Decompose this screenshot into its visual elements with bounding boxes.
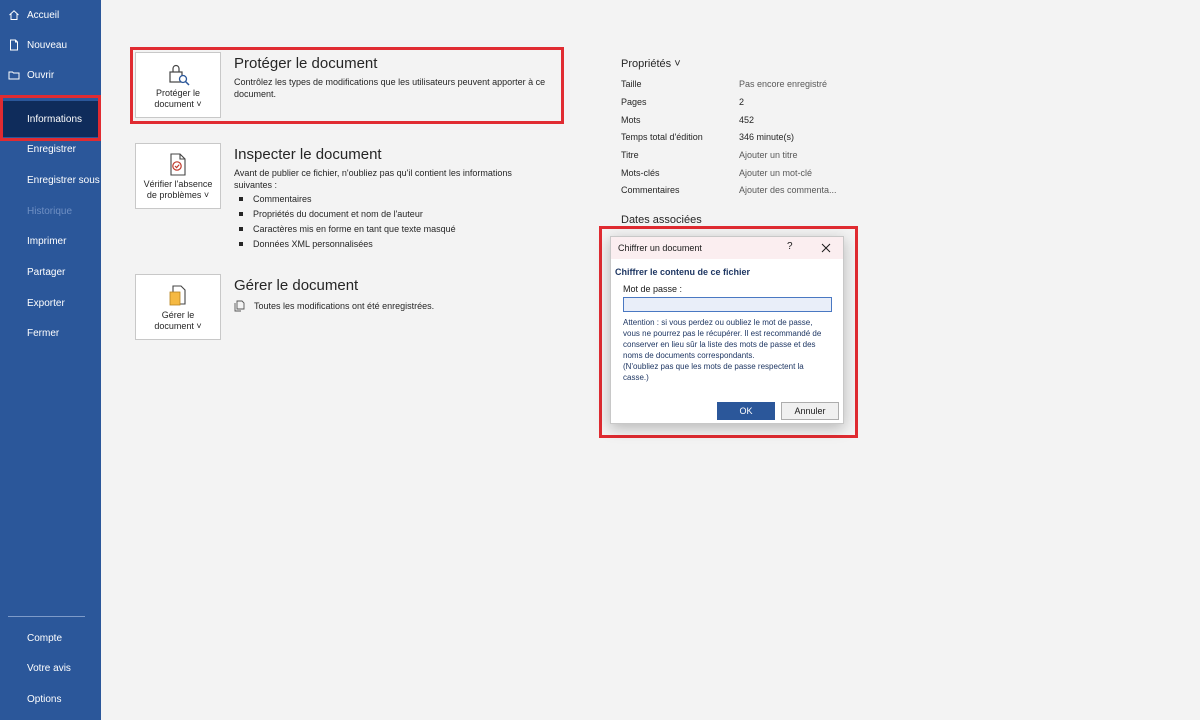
home-icon: [8, 9, 20, 21]
list-item: Données XML personnalisées: [234, 237, 456, 252]
highlight-informations: [0, 95, 101, 141]
properties-dropdown[interactable]: Propriétés ˅: [621, 58, 681, 70]
list-item: Propriétés du document et nom de l'auteu…: [234, 207, 456, 222]
password-field[interactable]: [623, 297, 832, 312]
list-item: Caractères mis en forme en tant que text…: [234, 222, 456, 237]
manage-document-icon: [166, 283, 190, 312]
title-property-field[interactable]: Ajouter un titre: [739, 150, 798, 160]
password-label: Mot de passe :: [623, 284, 683, 294]
folder-icon: [8, 69, 20, 81]
nav-compte[interactable]: Compte: [0, 626, 101, 650]
sidebar-divider: [8, 616, 85, 617]
case-sensitivity-note: (N'oubliez pas que les mots de passe res…: [623, 362, 804, 382]
help-button[interactable]: ?: [787, 241, 793, 252]
dialog-title: Chiffrer un document: [618, 243, 702, 253]
nav-exporter[interactable]: Exporter: [0, 291, 101, 315]
nav-label: Enregistrer sous: [27, 174, 100, 186]
nav-label: Votre avis: [27, 662, 71, 674]
nav-accueil[interactable]: Accueil: [0, 3, 101, 27]
nav-options[interactable]: Options: [0, 687, 101, 711]
keywords-property-field[interactable]: Ajouter un mot-clé: [739, 168, 812, 178]
cancel-button[interactable]: Annuler: [781, 402, 839, 420]
nav-label: Ouvrir: [27, 69, 55, 81]
manage-status: Toutes les modifications ont été enregis…: [254, 301, 435, 311]
property-label: Commentaires: [621, 185, 680, 195]
property-label: Temps total d'édition: [621, 132, 703, 142]
warning-text: Attention : si vous perdez ou oubliez le…: [623, 318, 822, 360]
nav-label: Partager: [27, 266, 66, 278]
comments-property-field[interactable]: Ajouter des commenta...: [739, 185, 837, 195]
tile-label-line2: de problèmes ˅: [146, 190, 210, 200]
property-label: Mots: [621, 115, 641, 125]
list-item: Commentaires: [234, 192, 456, 207]
property-label: Mots-clés: [621, 168, 660, 178]
nav-label: Exporter: [27, 297, 65, 309]
highlight-protect: [130, 47, 564, 124]
saved-document-icon: [234, 299, 245, 317]
nav-label: Fermer: [27, 327, 60, 339]
dialog-warning: Attention : si vous perdez ou oubliez le…: [623, 317, 828, 383]
property-label: Titre: [621, 150, 639, 160]
ok-button[interactable]: OK: [717, 402, 775, 420]
dialog-heading: Chiffrer le contenu de ce fichier: [615, 267, 751, 277]
nav-enregistrer-sous[interactable]: Enregistrer sous: [0, 168, 101, 192]
property-value: 2: [739, 97, 745, 107]
nav-fermer[interactable]: Fermer: [0, 321, 101, 345]
inspect-title: Inspecter le document: [234, 146, 382, 163]
nav-imprimer[interactable]: Imprimer: [0, 229, 101, 253]
nav-label: Historique: [27, 205, 73, 217]
nav-ouvrir[interactable]: Ouvrir: [0, 63, 101, 87]
nav-label: Enregistrer: [27, 143, 76, 155]
nav-partager[interactable]: Partager: [0, 260, 101, 284]
document-check-icon: [166, 152, 190, 181]
nav-nouveau[interactable]: Nouveau: [0, 33, 101, 57]
close-icon[interactable]: [820, 241, 832, 253]
tile-label-line2: document ˅: [154, 321, 202, 331]
related-dates-title: Dates associées: [621, 214, 702, 226]
nav-historique: Historique: [0, 199, 101, 223]
nav-label: Accueil: [27, 9, 60, 21]
property-label: Pages: [621, 97, 647, 107]
manage-document-button[interactable]: Gérer le document ˅: [135, 274, 221, 340]
property-label: Taille: [621, 79, 642, 89]
nav-label: Compte: [27, 632, 63, 644]
nav-label: Imprimer: [27, 235, 67, 247]
new-document-icon: [8, 39, 20, 51]
property-value: 346 minute(s): [739, 132, 795, 142]
nav-votre-avis[interactable]: Votre avis: [0, 656, 101, 680]
inspect-bullet-list: Commentaires Propriétés du document et n…: [234, 192, 456, 252]
property-value: 452: [739, 115, 755, 125]
nav-label: Nouveau: [27, 39, 68, 51]
check-issues-button[interactable]: Vérifier l'absence de problèmes ˅: [135, 143, 221, 209]
inspect-description: Avant de publier ce fichier, n'oubliez p…: [234, 168, 512, 190]
nav-label: Options: [27, 693, 62, 705]
property-value: Pas encore enregistré: [739, 79, 828, 89]
manage-title: Gérer le document: [234, 277, 359, 294]
encrypt-document-dialog: Chiffrer un document ? Chiffrer le conte…: [610, 236, 844, 424]
